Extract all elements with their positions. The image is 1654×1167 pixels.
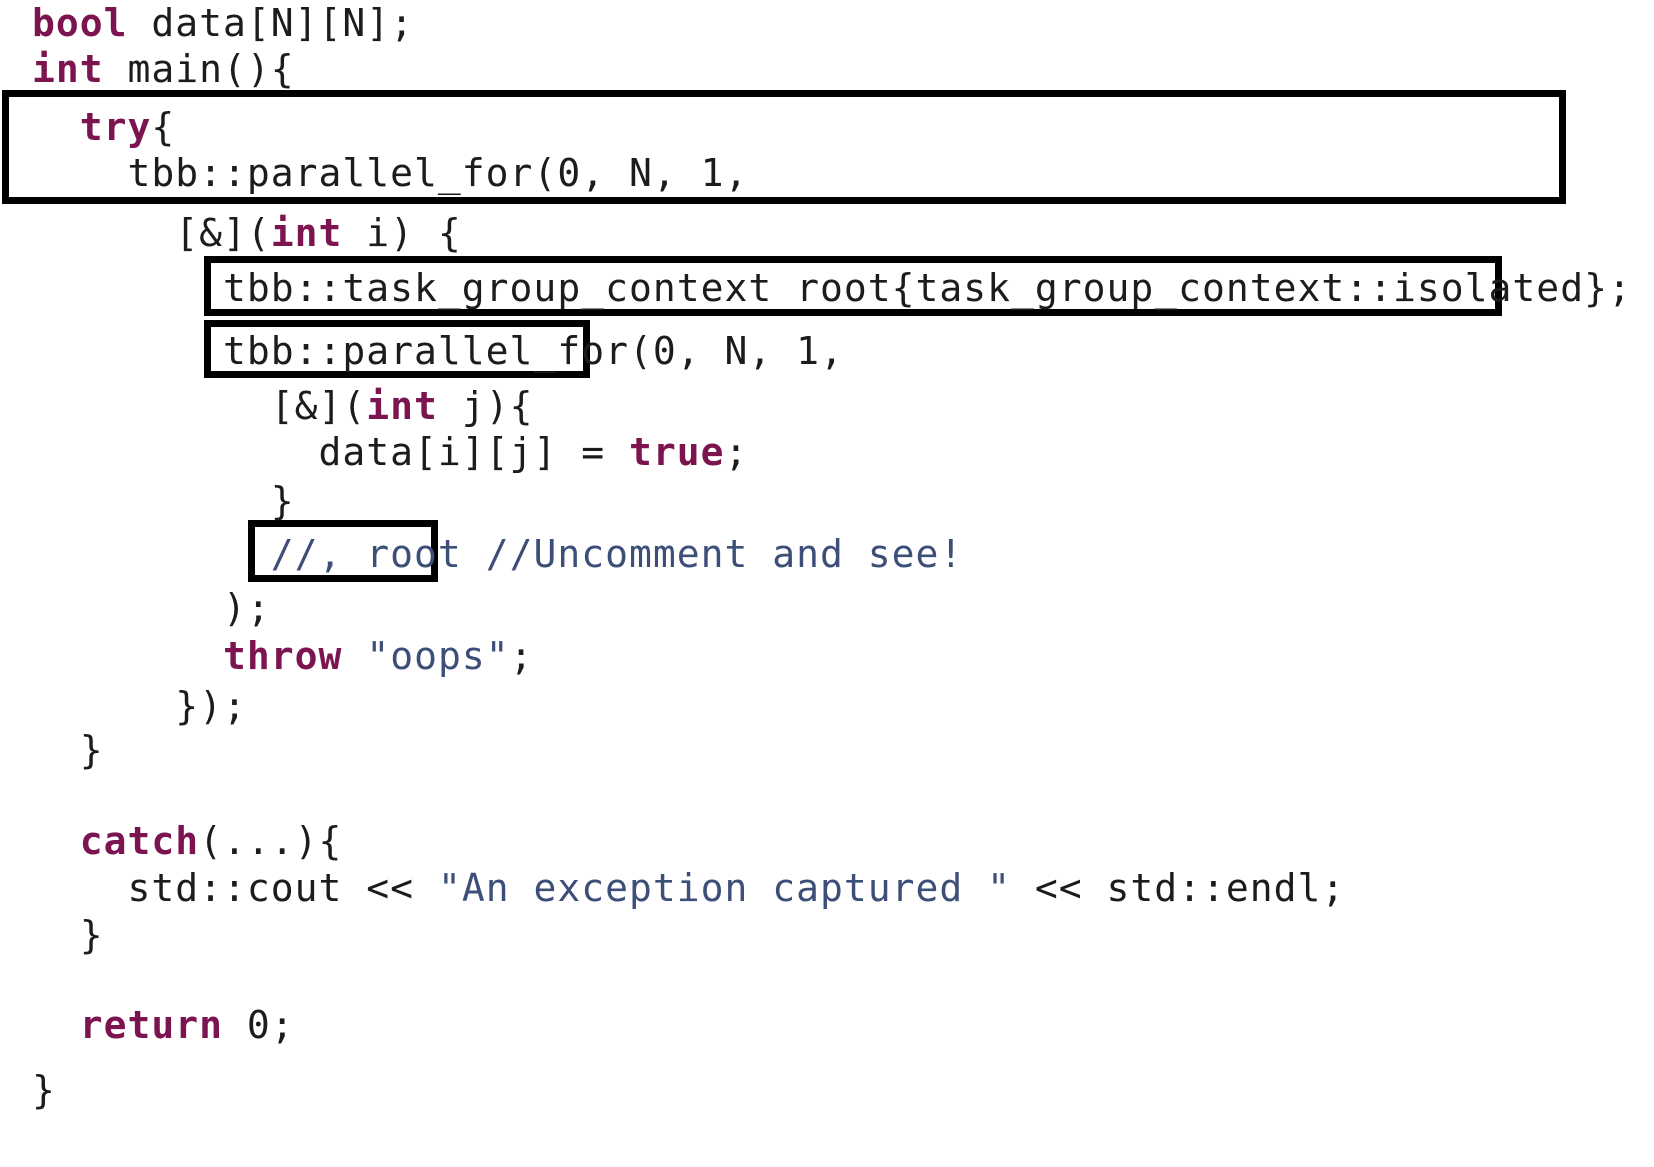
code-line: bool data[N][N]; — [32, 0, 414, 46]
keyword-token: try — [79, 105, 152, 149]
code-line: ); — [32, 585, 271, 631]
code-token: (...){ — [199, 819, 343, 863]
code-line: data[i][j] = true; — [32, 429, 748, 475]
keyword-token: bool — [32, 1, 128, 45]
code-token: << std::endl; — [1011, 866, 1346, 910]
code-line: tbb::task_group_context root{task_group_… — [32, 265, 1632, 311]
keyword-token: int — [366, 384, 438, 428]
code-line: throw "oops"; — [32, 633, 533, 679]
keyword-token: throw — [223, 634, 343, 678]
comment-token: //, root — [270, 532, 462, 576]
code-token: data[i][j] = — [32, 430, 629, 474]
code-line: try{ — [32, 104, 175, 150]
keyword-token: catch — [79, 819, 200, 863]
code-line: std::cout << "An exception captured " <<… — [32, 865, 1345, 911]
code-token: ); — [32, 586, 271, 630]
code-listing: bool data[N][N]; int main(){ try{ tbb::pa… — [0, 0, 1654, 1167]
code-token: j){ — [437, 384, 534, 428]
code-token: tbb::parallel_for(0, N, 1, — [32, 329, 844, 373]
code-line: catch(...){ — [32, 818, 342, 864]
code-line: } — [32, 912, 104, 958]
code-line: tbb::parallel_for(0, N, 1, — [32, 150, 748, 196]
code-line: } — [32, 727, 104, 773]
code-token: ; — [724, 430, 749, 474]
code-line: [&](int j){ — [32, 383, 533, 429]
code-line: } — [32, 478, 295, 524]
code-token: data[N][N]; — [127, 1, 415, 45]
string-token: "oops" — [366, 634, 510, 678]
code-line: int main(){ — [32, 46, 295, 92]
code-token: } — [32, 913, 104, 957]
code-token: { — [151, 105, 176, 149]
code-token: }); — [32, 684, 247, 728]
comment-token: //Uncomment and see! — [485, 532, 964, 576]
code-line: return 0; — [32, 1002, 295, 1048]
keyword-token: int — [32, 47, 104, 91]
code-line: //, root //Uncomment and see! — [32, 531, 963, 577]
code-token: tbb::parallel_for(0, N, 1, — [32, 151, 749, 195]
keyword-token: true — [628, 430, 725, 474]
code-token: i) { — [342, 211, 462, 255]
code-token: [&]( — [32, 384, 367, 428]
code-token: } — [32, 479, 295, 523]
code-token: ; — [509, 634, 534, 678]
code-token: } — [32, 728, 104, 772]
code-line: tbb::parallel_for(0, N, 1, — [32, 328, 844, 374]
code-token: [&]( — [32, 211, 271, 255]
keyword-token: return — [79, 1003, 224, 1047]
code-token: std::cout << — [32, 866, 438, 910]
string-token: "An exception captured " — [437, 866, 1012, 910]
code-line: [&](int i) { — [32, 210, 462, 256]
code-token: main(){ — [103, 47, 295, 91]
code-token: tbb::task_group_context root{task_group_… — [32, 266, 1632, 310]
code-token: 0; — [223, 1003, 295, 1047]
keyword-token: int — [270, 211, 343, 255]
code-line: } — [32, 1067, 56, 1113]
code-token: } — [32, 1068, 56, 1112]
code-line: }); — [32, 683, 247, 729]
